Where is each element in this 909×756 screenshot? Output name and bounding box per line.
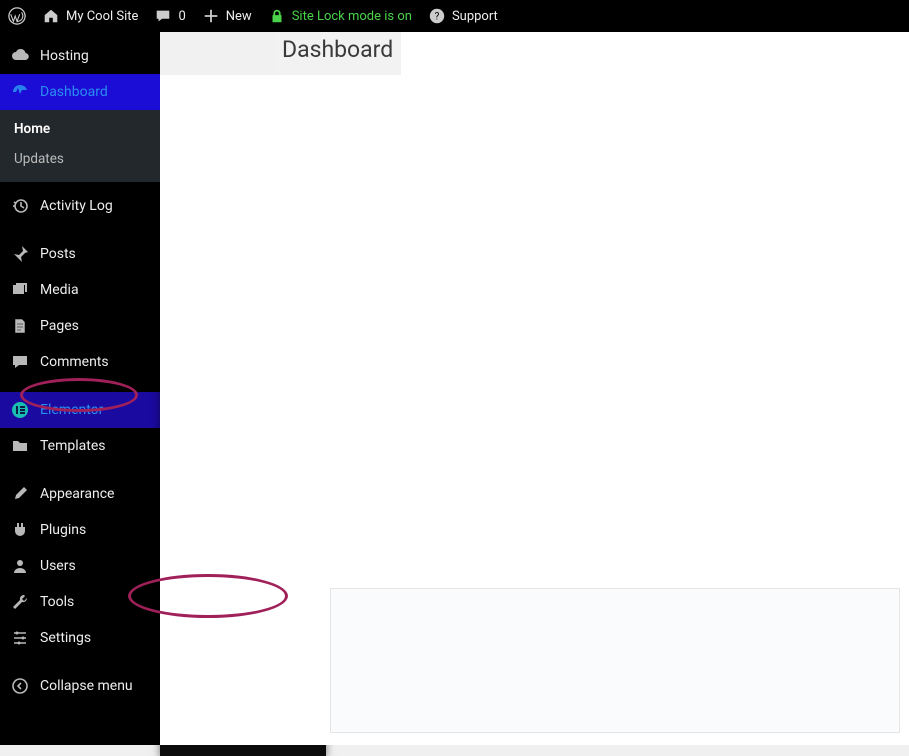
dashboard-icon (10, 82, 30, 102)
sidebar-item-elementor[interactable]: Elementor (0, 392, 160, 428)
sidebar-item-label: Appearance (40, 486, 114, 502)
new-link[interactable]: New (202, 7, 252, 25)
sidebar-item-templates[interactable]: Templates (0, 428, 160, 464)
sidebar-collapse[interactable]: Collapse menu (0, 668, 160, 704)
sidebar-item-appearance[interactable]: Appearance (0, 476, 160, 512)
sidebar-item-label: Hosting (40, 48, 89, 64)
sidebar-item-settings[interactable]: Settings (0, 620, 160, 656)
submenu-item-home[interactable]: Home (0, 114, 160, 144)
svg-text:?: ? (435, 12, 440, 23)
sidebar-item-label: Plugins (40, 522, 86, 538)
page-title: Dashboard (274, 32, 401, 75)
sidebar-item-label: Users (40, 558, 76, 574)
folder-icon (10, 436, 30, 456)
sidebar-item-activity[interactable]: Activity Log (0, 188, 160, 224)
site-lock-indicator[interactable]: Site Lock mode is on (268, 7, 412, 25)
comments-link[interactable]: 0 (154, 7, 185, 25)
dashboard-submenu: Home Updates (0, 110, 160, 182)
sidebar-item-hosting[interactable]: Hosting (0, 38, 160, 74)
wrench-icon (10, 592, 30, 612)
user-icon (10, 556, 30, 576)
admin-top-bar: My Cool Site 0 New Site Lock mode is on … (0, 0, 909, 32)
home-icon (42, 7, 60, 25)
sidebar-item-label: Dashboard (40, 84, 108, 100)
site-lock-label: Site Lock mode is on (292, 9, 412, 24)
cloud-icon (10, 46, 30, 66)
admin-sidebar: Hosting Dashboard Home Updates Activity … (0, 32, 160, 745)
sidebar-item-label: Comments (40, 354, 109, 370)
pin-icon (10, 244, 30, 264)
wp-logo[interactable] (8, 7, 26, 25)
sidebar-item-pages[interactable]: Pages (0, 308, 160, 344)
wordpress-icon (8, 7, 26, 25)
sidebar-item-posts[interactable]: Posts (0, 236, 160, 272)
comment-icon (154, 7, 172, 25)
plus-icon (202, 7, 220, 25)
sidebar-item-plugins[interactable]: Plugins (0, 512, 160, 548)
new-label: New (226, 9, 252, 24)
support-link[interactable]: ? Support (428, 7, 498, 25)
sidebar-item-users[interactable]: Users (0, 548, 160, 584)
sidebar-item-label: Tools (40, 594, 74, 610)
sidebar-item-label: Templates (40, 438, 106, 454)
sliders-icon (10, 628, 30, 648)
sidebar-item-media[interactable]: Media (0, 272, 160, 308)
sidebar-item-label: Settings (40, 630, 91, 646)
sidebar-item-tools[interactable]: Tools (0, 584, 160, 620)
sidebar-item-comments[interactable]: Comments (0, 344, 160, 380)
history-icon (10, 196, 30, 216)
sidebar-item-dashboard[interactable]: Dashboard (0, 74, 160, 110)
sidebar-item-label: Media (40, 282, 79, 298)
sidebar-item-label: Elementor (40, 402, 103, 418)
sidebar-item-label: Pages (40, 318, 79, 334)
site-name-link[interactable]: My Cool Site (42, 7, 138, 25)
comments-count: 0 (178, 9, 185, 24)
comment-icon (10, 352, 30, 372)
page-icon (10, 316, 30, 336)
sidebar-item-label: Posts (40, 246, 76, 262)
support-label: Support (452, 9, 498, 24)
site-name-label: My Cool Site (66, 9, 138, 24)
sidebar-item-label: Collapse menu (40, 678, 133, 694)
media-icon (10, 280, 30, 300)
collapse-icon (10, 676, 30, 696)
screen-options-area (160, 32, 274, 75)
elementor-icon (10, 400, 30, 420)
submenu-item-updates[interactable]: Updates (0, 144, 160, 174)
help-icon: ? (428, 7, 446, 25)
sidebar-item-label: Activity Log (40, 198, 113, 214)
brush-icon (10, 484, 30, 504)
content-panel-placeholder (330, 588, 900, 733)
lock-icon (268, 7, 286, 25)
plug-icon (10, 520, 30, 540)
